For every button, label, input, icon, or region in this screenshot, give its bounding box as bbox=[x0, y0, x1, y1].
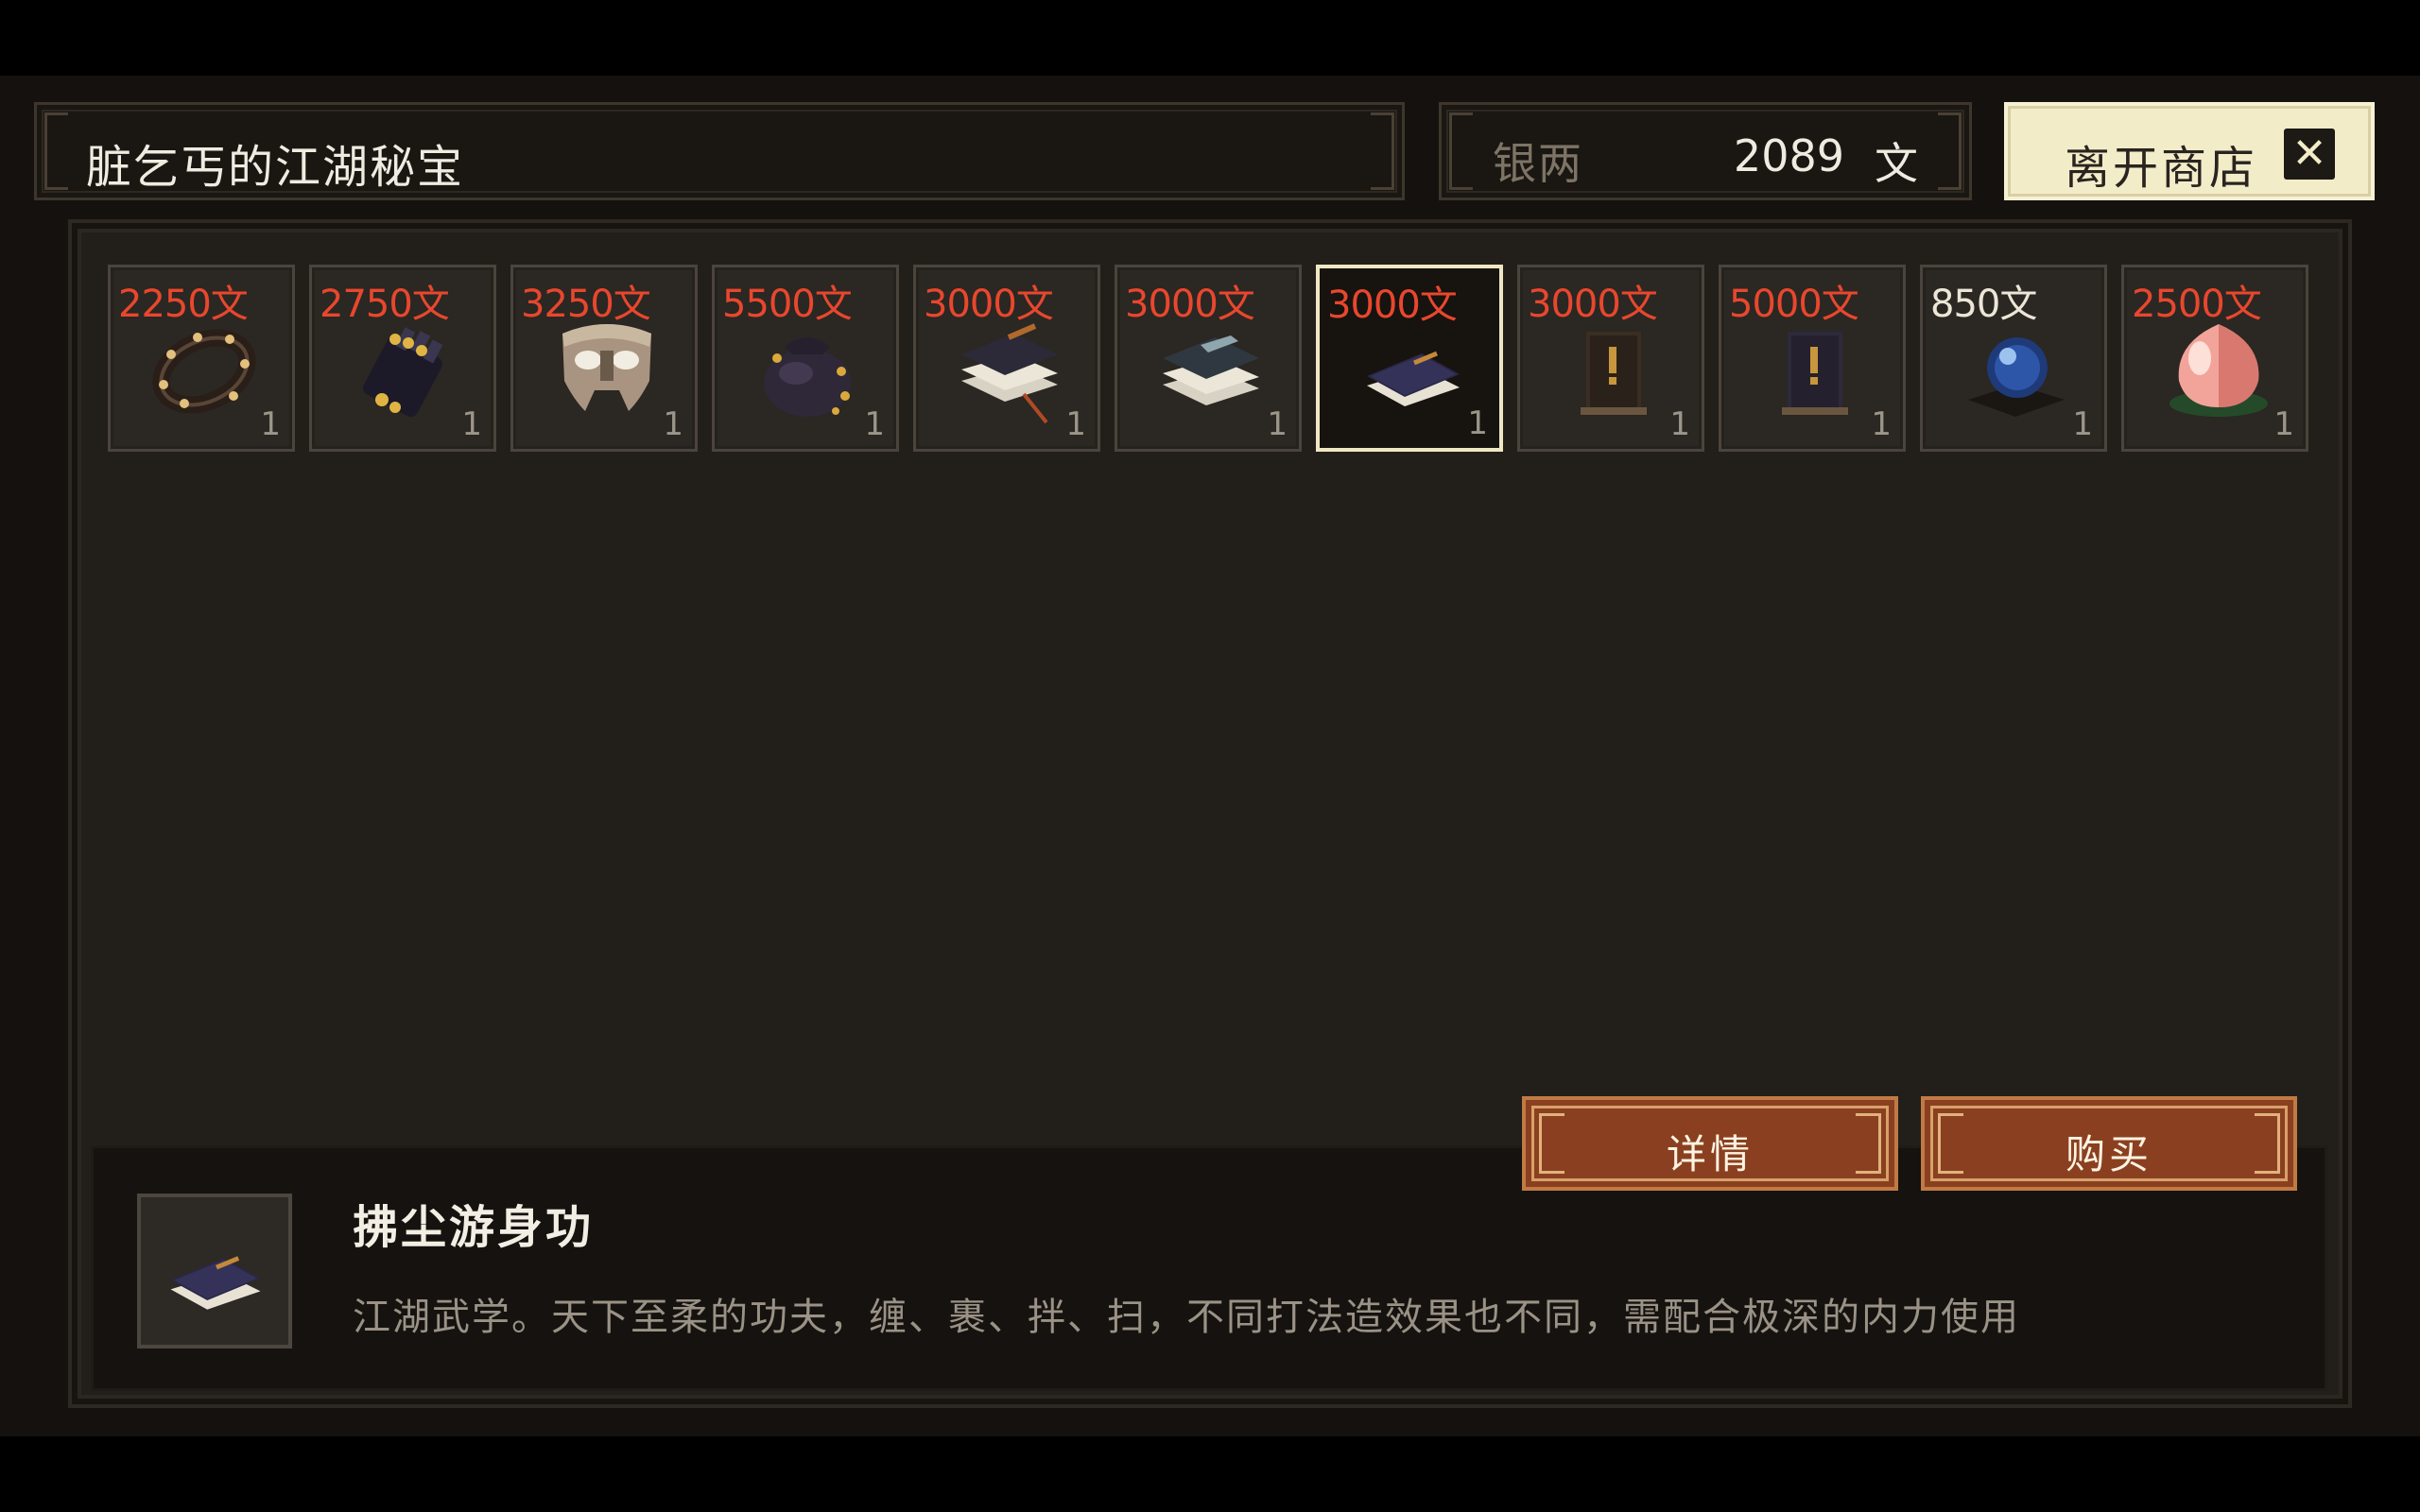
item-quantity: 1 bbox=[2072, 405, 2093, 443]
item-quantity: 1 bbox=[1871, 405, 1892, 443]
item-quantity: 1 bbox=[1065, 405, 1086, 443]
selected-item-description: 江湖武学。天下至柔的功夫，缠、裹、拌、扫，不同打法造效果也不同，需配合极深的内力… bbox=[353, 1296, 2020, 1339]
item-quantity: 1 bbox=[1467, 404, 1488, 442]
item-slot-8[interactable]: 3000文 1 bbox=[1517, 265, 1704, 452]
item-slot-11[interactable]: 2500文 1 bbox=[2121, 265, 2308, 452]
details-label: 详情 bbox=[1666, 1131, 1754, 1177]
letterbox-top bbox=[0, 0, 2420, 76]
item-slot-4[interactable]: 5500文 1 bbox=[712, 265, 899, 452]
item-slot-6[interactable]: 3000文 1 bbox=[1115, 265, 1302, 452]
spiked-ring-icon bbox=[152, 329, 256, 414]
item-quantity: 1 bbox=[2273, 405, 2294, 443]
mask-icon bbox=[562, 324, 651, 411]
item-slot-5[interactable]: 3000文 1 bbox=[913, 265, 1100, 452]
gauntlet-icon bbox=[363, 327, 443, 418]
item-quantity: 1 bbox=[1669, 405, 1690, 443]
item-quantity: 1 bbox=[260, 405, 281, 443]
buy-label: 购买 bbox=[2065, 1131, 2152, 1177]
money-bar: 银两 2089 文 bbox=[1439, 102, 1972, 200]
book-icon bbox=[1367, 351, 1460, 406]
item-slot-2[interactable]: 2750文 1 bbox=[309, 265, 496, 452]
leave-shop-label: 离开商店 bbox=[2065, 142, 2258, 195]
close-icon[interactable]: ✕ bbox=[2284, 129, 2335, 180]
money-label: 银两 bbox=[1493, 138, 1583, 189]
item-slot-7[interactable]: 3000文 1 bbox=[1316, 265, 1503, 452]
item-slot-3[interactable]: 3250文 1 bbox=[510, 265, 698, 452]
item-slot-9[interactable]: 5000文 1 bbox=[1719, 265, 1906, 452]
details-button[interactable]: 详情 bbox=[1522, 1096, 1898, 1191]
book-icon bbox=[170, 1256, 261, 1310]
selected-item-icon-frame bbox=[137, 1194, 292, 1349]
item-quantity: 1 bbox=[864, 405, 885, 443]
item-slot-10[interactable]: 850文 1 bbox=[1920, 265, 2107, 452]
shop-title-bar: 脏乞丐的江湖秘宝 bbox=[34, 102, 1405, 200]
shop-title: 脏乞丐的江湖秘宝 bbox=[86, 141, 465, 194]
letterbox-bottom bbox=[0, 1436, 2420, 1512]
item-quantity: 1 bbox=[663, 405, 683, 443]
scroll-book-icon bbox=[1581, 332, 1647, 415]
item-quantity: 1 bbox=[461, 405, 482, 443]
book-stack-icon bbox=[1163, 335, 1259, 405]
buy-button[interactable]: 购买 bbox=[1921, 1096, 2297, 1191]
money-unit: 文 bbox=[1875, 138, 1918, 189]
peach-icon bbox=[2169, 324, 2268, 417]
money-value: 2089 bbox=[1733, 130, 1844, 181]
pouch-icon bbox=[764, 337, 851, 417]
item-slot-1[interactable]: 2250文 1 bbox=[108, 265, 295, 452]
scroll-book-icon bbox=[1782, 332, 1848, 415]
selected-item-name: 拂尘游身功 bbox=[353, 1201, 595, 1254]
item-quantity: 1 bbox=[1267, 405, 1288, 443]
leave-shop-button[interactable]: 离开商店 ✕ bbox=[2004, 102, 2375, 200]
crystal-orb-icon bbox=[1968, 337, 2065, 417]
book-stack-icon bbox=[961, 323, 1058, 424]
